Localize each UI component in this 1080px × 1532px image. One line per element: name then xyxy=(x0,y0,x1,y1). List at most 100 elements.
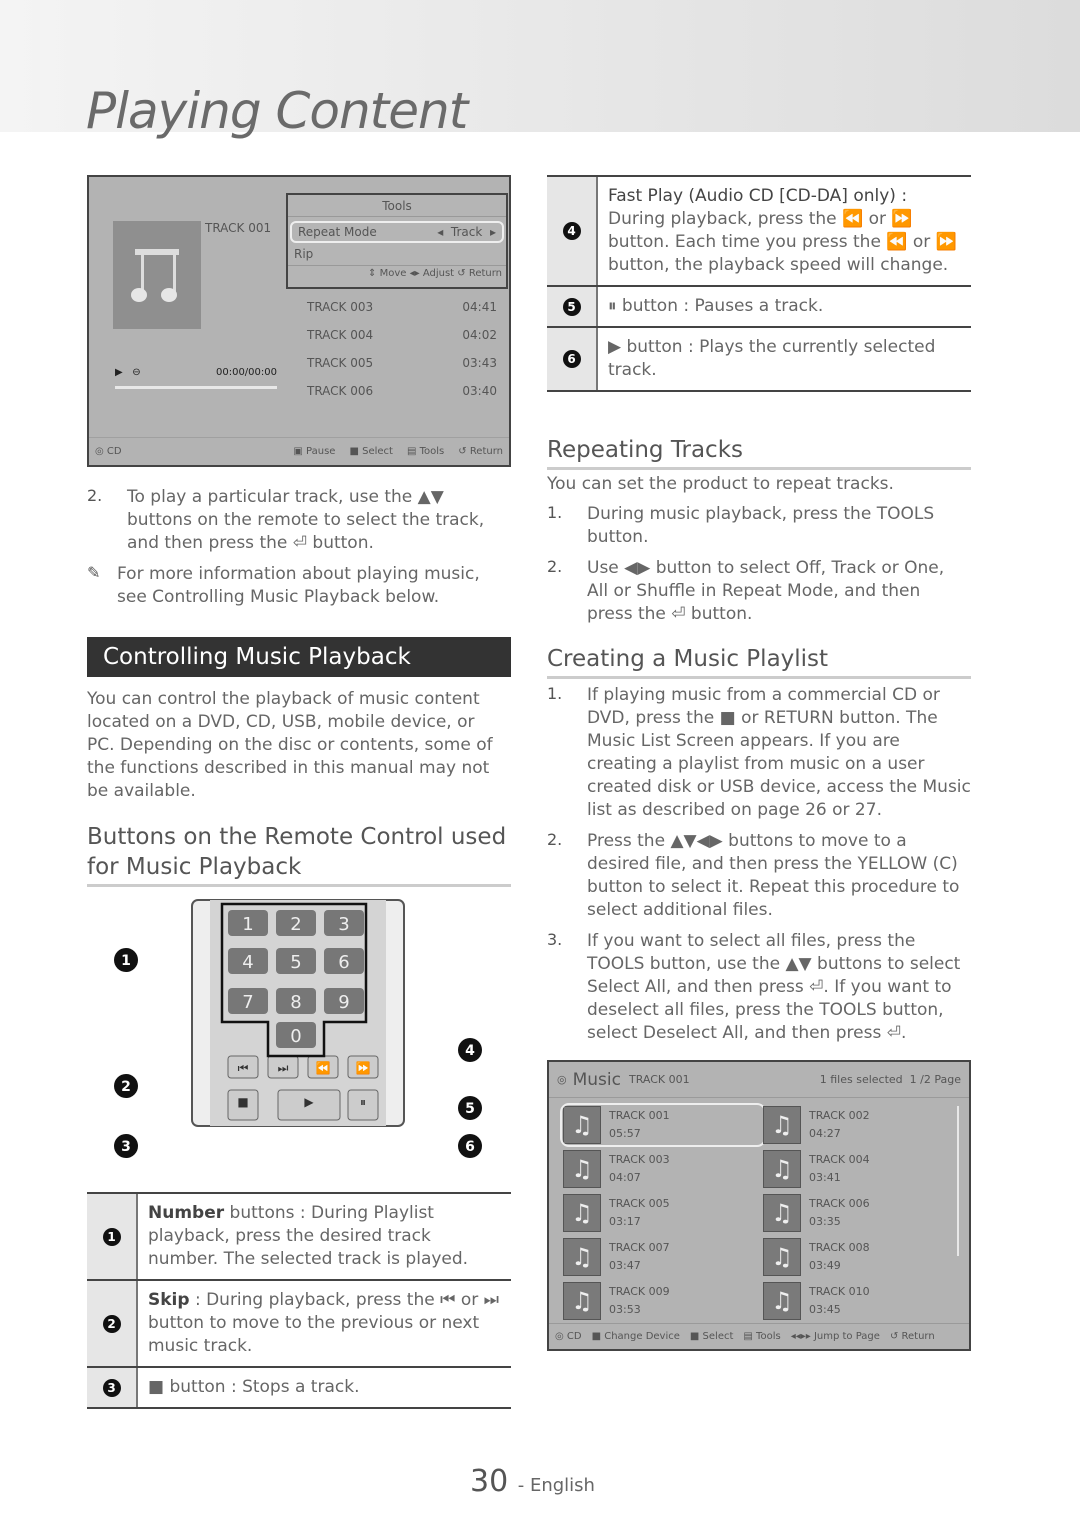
number-key-label: 5 xyxy=(290,952,301,973)
music-track-tile[interactable]: ♫ TRACK 002 04:27 xyxy=(763,1106,953,1144)
repeating-heading: Repeating Tracks xyxy=(547,435,971,470)
disc-icon: ◎ xyxy=(95,446,104,457)
screen1-footer: ◎ CD ▣ Pause ■ Select ▤ Tools ↺ Return xyxy=(89,437,509,465)
track-list: TRACK 003 04:41 TRACK 004 04:02 TRACK 005 0… xyxy=(307,297,497,409)
music-track-tile[interactable]: ♫ TRACK 004 03:41 xyxy=(763,1150,953,1188)
now-playing-screen: TRACK 001 Tools Repeat Mode ◂ Track ▸ Ri… xyxy=(87,175,511,467)
track-name: TRACK 002 xyxy=(809,1109,870,1122)
select-hint: ■ Select xyxy=(689,1331,734,1342)
callout-number: 5 xyxy=(562,297,581,316)
repeat-icon: ⊖ xyxy=(132,367,141,378)
music-track-tile[interactable]: ♫ TRACK 001 05:57 xyxy=(560,1103,766,1147)
callout-number: 2 xyxy=(121,1079,131,1095)
music-note-icon: ♫ xyxy=(563,1194,601,1232)
table-row: 1 Number buttons : During Playlist playb… xyxy=(87,1194,511,1281)
controlling-body: You can control the playback of music co… xyxy=(87,689,493,801)
music-track-tile[interactable]: ♫ TRACK 005 03:17 xyxy=(563,1194,763,1232)
callout-number: 3 xyxy=(121,1139,131,1155)
tools-title: Tools xyxy=(288,195,506,217)
step-1: 1. If playing music from a commercial CD … xyxy=(547,684,971,820)
source-hint: ◎ CD xyxy=(555,1331,582,1342)
remote-button-table-left: 1 Number buttons : During Playlist playb… xyxy=(87,1192,511,1409)
transport-key-icon: ⏸ xyxy=(360,1095,366,1109)
music-track-tile[interactable]: ♫ TRACK 010 03:45 xyxy=(763,1282,953,1320)
table-row: 5 ⏸ button : Pauses a track. xyxy=(547,287,971,328)
remote-button-table-right: 4 Fast Play (Audio CD [CD-DA] only) : Dur… xyxy=(547,175,971,392)
callout-number: 1 xyxy=(121,953,131,969)
callout-number: 6 xyxy=(465,1139,475,1155)
repeat-mode-option[interactable]: Repeat Mode ◂ Track ▸ xyxy=(290,221,504,243)
callout-number: 6 xyxy=(562,350,581,368)
play-icon: ▶ xyxy=(115,367,123,378)
right-arrow-icon[interactable]: ▸ xyxy=(490,225,496,239)
page-indicator: 1 /2 Page xyxy=(909,1073,961,1086)
step-2-text: To play a particular track, use the ▲▼ b… xyxy=(127,487,485,553)
track-time: 03:53 xyxy=(609,1303,641,1316)
step-1: 1. During music playback, press the TOOLS… xyxy=(547,503,935,547)
number-key-label: 4 xyxy=(242,952,253,973)
track-time: 03:17 xyxy=(609,1215,641,1228)
track-row[interactable]: TRACK 006 03:40 xyxy=(307,381,497,409)
track-name: TRACK 004 xyxy=(307,328,374,342)
music-note-icon: ♫ xyxy=(563,1106,601,1144)
playlist-steps: 1. If playing music from a commercial CD … xyxy=(547,684,971,1053)
music-note-icon: ♫ xyxy=(563,1150,601,1188)
track-name: TRACK 007 xyxy=(609,1241,670,1254)
number-key-label: 1 xyxy=(242,914,253,935)
track-name: TRACK 005 xyxy=(307,356,374,370)
track-row[interactable]: TRACK 003 04:41 xyxy=(307,297,497,325)
music-track-tile[interactable]: ♫ TRACK 008 03:49 xyxy=(763,1238,953,1276)
music-title: Music xyxy=(572,1069,621,1090)
files-selected: 1 files selected xyxy=(819,1073,903,1086)
callout-number: 2 xyxy=(102,1314,121,1333)
callout-number: 5 xyxy=(465,1101,475,1117)
number-key-label: 8 xyxy=(290,992,301,1013)
music-note-icon: ♫ xyxy=(763,1106,801,1144)
playlist-heading: Creating a Music Playlist xyxy=(547,644,971,679)
track-name: TRACK 008 xyxy=(809,1241,870,1254)
progress-bar xyxy=(115,386,277,389)
music-track-tile[interactable]: ♫ TRACK 009 03:53 xyxy=(563,1282,763,1320)
step-2: 2. Use ◀▶ button to select Off, Track or … xyxy=(547,557,945,624)
tools-hint: ▤ Tools xyxy=(743,1331,781,1342)
album-art-music-note-icon xyxy=(113,221,201,329)
scrollbar[interactable] xyxy=(957,1106,959,1256)
step-2: 2. To play a particular track, use the ▲… xyxy=(87,486,511,555)
music-track-tile[interactable]: ♫ TRACK 006 03:35 xyxy=(763,1194,953,1232)
track-time: 04:27 xyxy=(809,1127,841,1140)
track-time: 03:47 xyxy=(609,1259,641,1272)
page-number: 30 - English xyxy=(470,1464,595,1499)
track-time: 04:02 xyxy=(462,328,497,342)
rip-option[interactable]: Rip xyxy=(288,243,506,265)
music-track-tile[interactable]: ♫ TRACK 003 04:07 xyxy=(563,1150,763,1188)
transport-key-icon: ⏪ xyxy=(316,1061,331,1075)
track-row[interactable]: TRACK 004 04:02 xyxy=(307,325,497,353)
remote-buttons-heading: Buttons on the Remote Control used for M… xyxy=(87,822,511,887)
number-key-label: 9 xyxy=(338,992,349,1013)
music-note-icon: ♫ xyxy=(563,1238,601,1276)
number-key-label: 3 xyxy=(338,914,349,935)
section-heading-controlling: Controlling Music Playback xyxy=(87,637,511,677)
tools-hint: ▤ Tools xyxy=(406,446,445,457)
remote-control-diagram: 1 2 3 4 5 6 7 8 9 0 ⏮ ⏭ ⏪ ⏩ ■ ▶ ⏸ 1 2 3 4 5 6 xyxy=(114,899,482,1158)
number-key-label: 0 xyxy=(290,1026,301,1047)
track-row[interactable]: TRACK 005 03:43 xyxy=(307,353,497,381)
repeat-mode-value: Track xyxy=(450,225,483,239)
table-row: 4 Fast Play (Audio CD [CD-DA] only) : Dur… xyxy=(547,177,971,287)
callout-number: 4 xyxy=(562,222,581,240)
page-title: Playing Content xyxy=(86,82,468,140)
track-name: TRACK 003 xyxy=(609,1153,670,1166)
track-time: 05:57 xyxy=(609,1127,641,1140)
playback-status: ▶ ⊖ 00:00/00:00 xyxy=(115,367,277,378)
tools-footer-hints: ⇕ Move ◂▸ Adjust ↺ Return xyxy=(288,265,506,281)
transport-key-icon: ▶ xyxy=(304,1095,314,1109)
music-subtitle: TRACK 001 xyxy=(628,1073,690,1086)
table-row: 3 ■ button : Stops a track. xyxy=(87,1368,511,1409)
music-track-tile[interactable]: ♫ TRACK 007 03:47 xyxy=(563,1238,763,1276)
track-name: TRACK 006 xyxy=(809,1197,870,1210)
repeating-intro: You can set the product to repeat tracks… xyxy=(547,474,894,494)
table-row: 6 ▶ button : Plays the currently selecte… xyxy=(547,328,971,392)
left-arrow-icon[interactable]: ◂ xyxy=(437,225,443,239)
music-disc-icon: ◎ xyxy=(557,1073,567,1086)
track-name: TRACK 005 xyxy=(609,1197,670,1210)
